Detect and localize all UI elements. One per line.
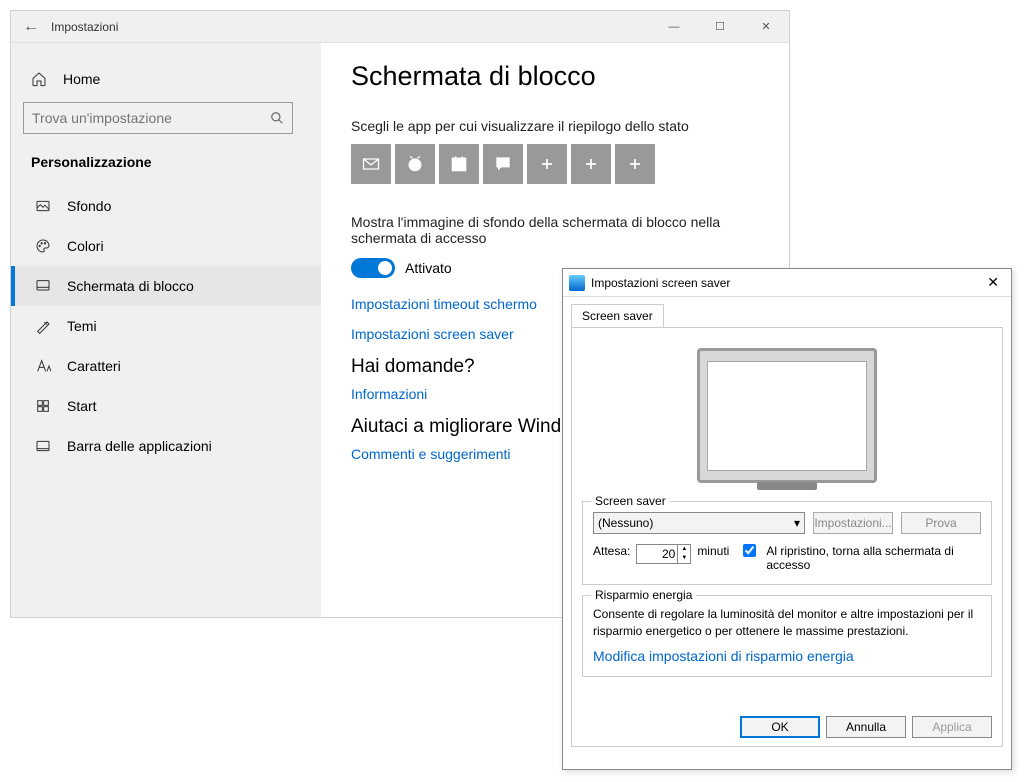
sidebar-item-taskbar[interactable]: Barra delle applicazioni [11, 426, 321, 466]
lockscreen-icon [35, 278, 51, 294]
tab-screensaver[interactable]: Screen saver [571, 304, 664, 328]
spin-down[interactable]: ▼ [678, 554, 690, 563]
search-field[interactable] [32, 110, 270, 126]
screensaver-dialog: Impostazioni screen saver ✕ Screen saver… [562, 268, 1012, 770]
apps-label: Scegli le app per cui visualizzare il ri… [351, 118, 759, 134]
sidebar-item-schermata-blocco[interactable]: Schermata di blocco [11, 266, 321, 306]
palette-icon [35, 238, 51, 254]
titlebar: ← Impostazioni — ☐ ✕ [11, 11, 789, 43]
search-input[interactable] [23, 102, 293, 134]
dialog-close-button[interactable]: ✕ [981, 274, 1005, 291]
screensaver-select[interactable]: (Nessuno) ▾ [593, 512, 805, 534]
calendar-icon [449, 154, 469, 174]
dialog-footer: OK Annulla Applica [740, 716, 992, 738]
app-tile-alarm[interactable] [395, 144, 435, 184]
wait-label: Attesa: [593, 544, 630, 558]
sidebar-item-label: Caratteri [67, 358, 121, 374]
preview-screen [707, 361, 867, 471]
groupbox-screensaver: Screen saver (Nessuno) ▾ Impostazioni...… [582, 501, 992, 585]
sidebar-item-label: Start [67, 398, 97, 414]
window-title: Impostazioni [51, 20, 118, 34]
sidebar-item-label: Schermata di blocco [67, 278, 194, 294]
plus-icon [581, 154, 601, 174]
app-tile-calendar[interactable] [439, 144, 479, 184]
category-header: Personalizzazione [11, 148, 321, 186]
monitor-preview [697, 348, 877, 483]
spin-up[interactable]: ▲ [678, 545, 690, 554]
app-tile-messaging[interactable] [483, 144, 523, 184]
tab-body: Screen saver (Nessuno) ▾ Impostazioni...… [571, 327, 1003, 747]
sidebar-item-label: Sfondo [67, 198, 111, 214]
power-link[interactable]: Modifica impostazioni di risparmio energ… [593, 648, 981, 664]
wait-spinner[interactable]: ▲▼ [636, 544, 691, 564]
close-button[interactable]: ✕ [743, 11, 789, 43]
dialog-titlebar: Impostazioni screen saver ✕ [563, 269, 1011, 297]
app-tiles [351, 144, 759, 184]
cancel-button[interactable]: Annulla [826, 716, 906, 738]
dialog-title: Impostazioni screen saver [591, 276, 730, 290]
sidebar-home[interactable]: Home [11, 61, 321, 97]
resume-label: Al ripristino, torna alla schermata di a… [766, 544, 981, 572]
sidebar-item-colori[interactable]: Colori [11, 226, 321, 266]
wait-input[interactable] [637, 545, 677, 563]
sidebar: Home Personalizzazione Sfondo Colori Sch… [11, 43, 321, 617]
home-label: Home [63, 71, 100, 87]
sidebar-item-label: Colori [67, 238, 104, 254]
search-icon [270, 111, 284, 125]
themes-icon [35, 318, 51, 334]
app-tile-add-3[interactable] [615, 144, 655, 184]
sidebar-item-caratteri[interactable]: Caratteri [11, 346, 321, 386]
sidebar-item-label: Barra delle applicazioni [67, 438, 212, 454]
app-tile-add-1[interactable] [527, 144, 567, 184]
bg-toggle[interactable] [351, 258, 395, 278]
fonts-icon [35, 358, 51, 374]
clock-icon [405, 154, 425, 174]
sidebar-item-start[interactable]: Start [11, 386, 321, 426]
ok-button[interactable]: OK [740, 716, 820, 738]
groupbox-power-title: Risparmio energia [591, 588, 696, 602]
chevron-down-icon: ▾ [794, 516, 800, 530]
plus-icon [537, 154, 557, 174]
settings-button[interactable]: Impostazioni... [813, 512, 893, 534]
resume-checkbox[interactable] [743, 544, 756, 557]
minimize-button[interactable]: — [651, 11, 697, 43]
dialog-icon [569, 275, 585, 291]
select-value: (Nessuno) [598, 516, 653, 530]
preview-button[interactable]: Prova [901, 512, 981, 534]
groupbox-ss-title: Screen saver [591, 494, 670, 508]
taskbar-icon [35, 438, 51, 454]
minutes-label: minuti [697, 544, 729, 558]
toggle-state: Attivato [405, 260, 452, 276]
page-title: Schermata di blocco [351, 61, 759, 92]
chat-icon [493, 154, 513, 174]
maximize-button[interactable]: ☐ [697, 11, 743, 43]
app-tile-mail[interactable] [351, 144, 391, 184]
mail-icon [361, 154, 381, 174]
groupbox-power: Risparmio energia Consente di regolare l… [582, 595, 992, 677]
picture-icon [35, 198, 51, 214]
power-text: Consente di regolare la luminosità del m… [593, 606, 981, 640]
sidebar-item-sfondo[interactable]: Sfondo [11, 186, 321, 226]
bg-text: Mostra l'immagine di sfondo della scherm… [351, 214, 759, 246]
apply-button[interactable]: Applica [912, 716, 992, 738]
sidebar-item-temi[interactable]: Temi [11, 306, 321, 346]
plus-icon [625, 154, 645, 174]
home-icon [31, 71, 47, 87]
start-icon [35, 398, 51, 414]
app-tile-add-2[interactable] [571, 144, 611, 184]
sidebar-item-label: Temi [67, 318, 97, 334]
back-button[interactable]: ← [11, 18, 51, 36]
